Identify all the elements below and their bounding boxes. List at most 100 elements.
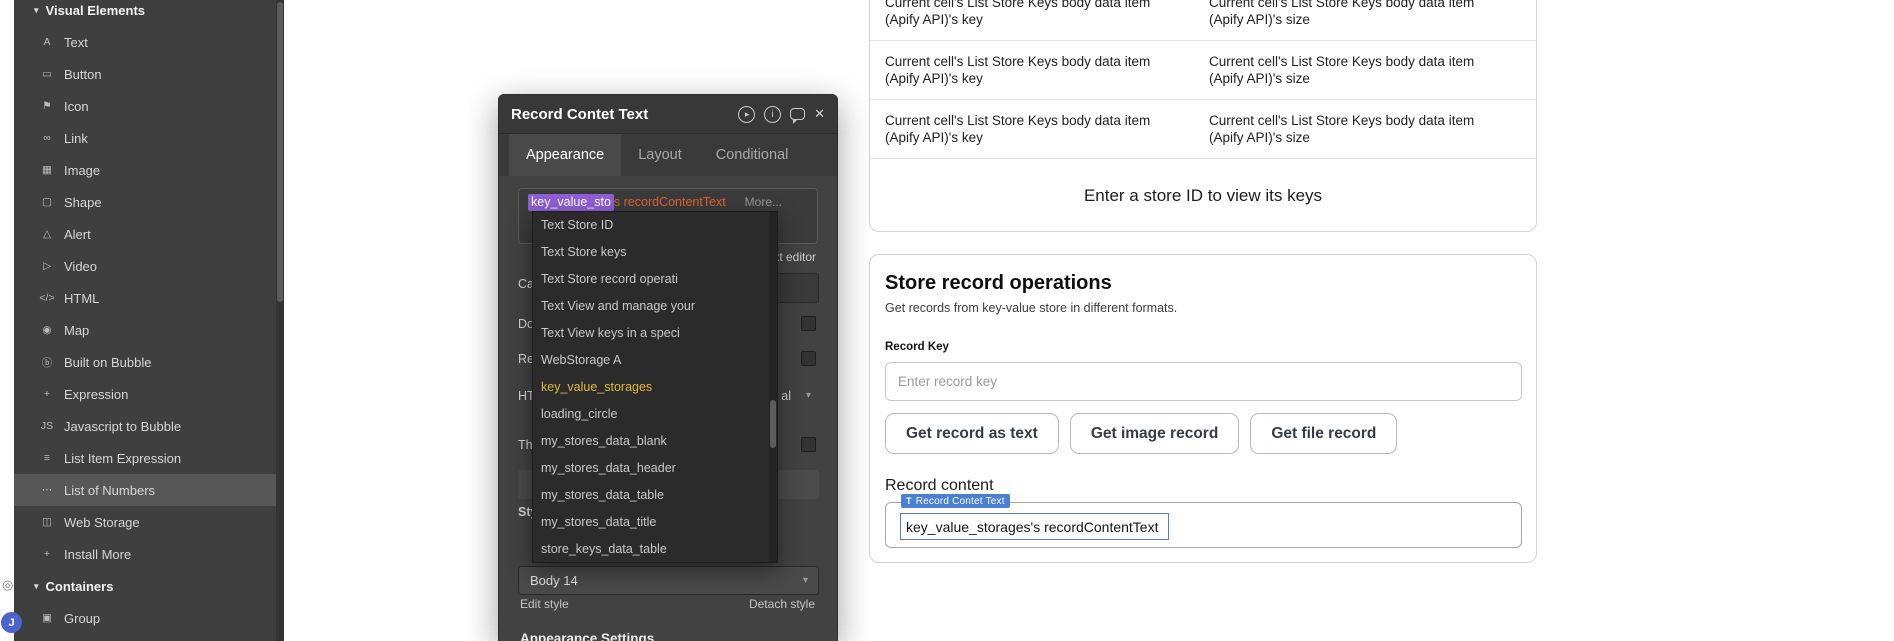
- sidebar-item-image[interactable]: ▾ ▦ Image: [14, 154, 276, 186]
- panel-header[interactable]: Record Contet Text ▸ i ✕: [499, 95, 837, 134]
- sidebar-item-button[interactable]: ▾ ▭ Button: [14, 58, 276, 90]
- sidebar-item-label: Link: [64, 131, 88, 146]
- detach-style-link[interactable]: Detach style: [749, 597, 815, 611]
- chevron-down-icon: ▾: [34, 5, 39, 16]
- more-link[interactable]: More...: [745, 194, 782, 211]
- scrollbar-thumb[interactable]: [277, 2, 283, 302]
- javascript-icon: JS: [38, 420, 56, 432]
- link-icon: ∞: [38, 132, 56, 144]
- comment-icon[interactable]: [790, 108, 805, 120]
- autocomplete-item[interactable]: Text View keys in a speci: [533, 320, 769, 347]
- store-keys-table-card: Current cell's List Store Keys body data…: [869, 0, 1537, 232]
- sidebar-item-label: Alert: [64, 227, 91, 242]
- close-icon[interactable]: ✕: [814, 106, 825, 122]
- sidebar-item-icon[interactable]: ▾ ⚑ Icon: [14, 90, 276, 122]
- dropdown-scrollbar[interactable]: [769, 212, 777, 562]
- video-icon: ▷: [38, 260, 56, 272]
- sidebar-item-label: HTML: [64, 291, 99, 306]
- panel-header-icons: ▸ i ✕: [738, 106, 825, 123]
- sidebar-item-text[interactable]: ▾ A Text: [14, 26, 276, 58]
- get-image-record-button[interactable]: Get image record: [1070, 413, 1240, 454]
- get-record-as-text-button[interactable]: Get record as text: [885, 413, 1059, 454]
- scrollbar-thumb[interactable]: [770, 400, 776, 448]
- checkbox[interactable]: [801, 437, 816, 452]
- shape-icon: ▢: [38, 196, 56, 208]
- edit-style-link[interactable]: Edit style: [520, 597, 569, 611]
- sidebar-item-expression[interactable]: ▾ + Expression: [14, 378, 276, 410]
- key-cell: Current cell's List Store Keys body data…: [885, 53, 1209, 87]
- checkbox[interactable]: [801, 316, 816, 331]
- sidebar-scrollbar[interactable]: [276, 0, 284, 641]
- empty-state-message: Enter a store ID to view its keys: [870, 159, 1536, 232]
- sidebar-item-link[interactable]: ▾ ∞ Link: [14, 122, 276, 154]
- ellipsis-icon: ⋯: [38, 484, 56, 496]
- style-select[interactable]: Body 14 ▾: [518, 566, 819, 595]
- sidebar-item-label: Group: [64, 611, 100, 626]
- sidebar-item-built-on-bubble[interactable]: ▾ ⓑ Built on Bubble: [14, 346, 276, 378]
- autocomplete-item[interactable]: Text Store keys: [533, 239, 769, 266]
- autocomplete-item[interactable]: store_keys_data_table: [533, 536, 769, 563]
- sidebar-item-label: Text: [64, 35, 88, 50]
- image-icon: ▦: [38, 164, 56, 176]
- mini-input: [774, 273, 819, 303]
- info-icon[interactable]: i: [764, 106, 781, 123]
- autocomplete-item[interactable]: my_stores_data_title: [533, 509, 769, 536]
- sidebar-item-install-more[interactable]: ▾ + Install More: [14, 538, 276, 570]
- sidebar-item-list-of-numbers[interactable]: ▾ ⋯ List of Numbers: [14, 474, 276, 506]
- rich-text-editor-link[interactable]: xt editor: [773, 250, 816, 264]
- autocomplete-item[interactable]: my_stores_data_table: [533, 482, 769, 509]
- sidebar-item-html[interactable]: ▾ </> HTML: [14, 282, 276, 314]
- chevron-down-icon[interactable]: ▾: [806, 390, 811, 401]
- section-visual-elements[interactable]: ▾ Visual Elements: [14, 0, 276, 26]
- record-key-input[interactable]: [885, 362, 1522, 401]
- sidebar-item-label: Built on Bubble: [64, 355, 151, 370]
- record-buttons: Get record as text Get image recordGet fi…: [885, 413, 1521, 454]
- autocomplete-item[interactable]: Text Store record operati: [533, 266, 769, 293]
- sidebar-item-label: List of Numbers: [64, 483, 155, 498]
- checkbox[interactable]: [801, 351, 816, 366]
- sidebar-item-group[interactable]: ▾ ▣ Group: [14, 602, 276, 634]
- sidebar-item-list-item-expression[interactable]: ▾ ≡ List Item Expression: [14, 442, 276, 474]
- tab-appearance[interactable]: Appearance: [509, 134, 621, 176]
- alert-icon: △: [38, 228, 56, 240]
- preview-icon[interactable]: ▸: [738, 106, 755, 123]
- sidebar-item-web-storage[interactable]: ▾ ◫ Web Storage: [14, 506, 276, 538]
- elements-list: ▾ Visual Elements ▾ A Text ▾ ▭ Button ▾ …: [14, 0, 276, 641]
- table-row: Current cell's List Store Keys body data…: [870, 100, 1536, 159]
- card-subtitle: Get records from key-value store in diff…: [885, 301, 1521, 315]
- sidebar-item-javascript-to-bubble[interactable]: ▾ JS Javascript to Bubble: [14, 410, 276, 442]
- sidebar-item-label: Button: [64, 67, 102, 82]
- autocomplete-item[interactable]: my_stores_data_header: [533, 455, 769, 482]
- get-file-record-button[interactable]: Get file record: [1250, 413, 1397, 454]
- bubble-editor-screen: ▾ Visual Elements ▾ A Text ▾ ▭ Button ▾ …: [0, 0, 1894, 641]
- autocomplete-item[interactable]: WebStorage A: [533, 347, 769, 374]
- chevron-down-icon: ▾: [803, 567, 808, 594]
- help-badge[interactable]: J: [1, 612, 22, 633]
- autocomplete-dropdown: Text Store IDText Store keysText Store r…: [532, 211, 778, 563]
- sidebar-item-repeating-group[interactable]: ▾ ▤ Repeating Group: [14, 634, 276, 641]
- target-icon[interactable]: ◎: [2, 577, 13, 593]
- section-containers[interactable]: ▾ Containers: [14, 570, 276, 602]
- sidebar-item-video[interactable]: ▾ ▷ Video: [14, 250, 276, 282]
- sidebar-item-label: Image: [64, 163, 100, 178]
- autocomplete-item[interactable]: loading_circle: [533, 401, 769, 428]
- autocomplete-item[interactable]: my_stores_data_blank: [533, 428, 769, 455]
- sidebar-item-label: Containers: [46, 579, 114, 594]
- card-title: Store record operations: [885, 272, 1521, 295]
- autocomplete-item[interactable]: key_value_storages: [533, 374, 769, 401]
- button-icon: ▭: [38, 68, 56, 80]
- selected-element-name: Record Contet Text: [916, 496, 1005, 507]
- autocomplete-item[interactable]: Text View and manage your: [533, 293, 769, 320]
- elements-sidebar: ▾ Visual Elements ▾ A Text ▾ ▭ Button ▾ …: [14, 0, 284, 641]
- tab-layout[interactable]: Layout: [621, 134, 699, 176]
- sidebar-item-label: Web Storage: [64, 515, 140, 530]
- expression-token: key_value_sto: [528, 194, 614, 211]
- sidebar-item-map[interactable]: ▾ ◉ Map: [14, 314, 276, 346]
- tab-conditional[interactable]: Conditional: [699, 134, 806, 176]
- sidebar-item-alert[interactable]: ▾ △ Alert: [14, 218, 276, 250]
- autocomplete-item[interactable]: Text Store ID: [533, 212, 769, 239]
- sidebar-item-label: Install More: [64, 547, 131, 562]
- text-element-icon: T: [906, 496, 912, 506]
- sidebar-item-shape[interactable]: ▾ ▢ Shape: [14, 186, 276, 218]
- selected-text-element[interactable]: key_value_storages's recordContentText: [900, 513, 1169, 540]
